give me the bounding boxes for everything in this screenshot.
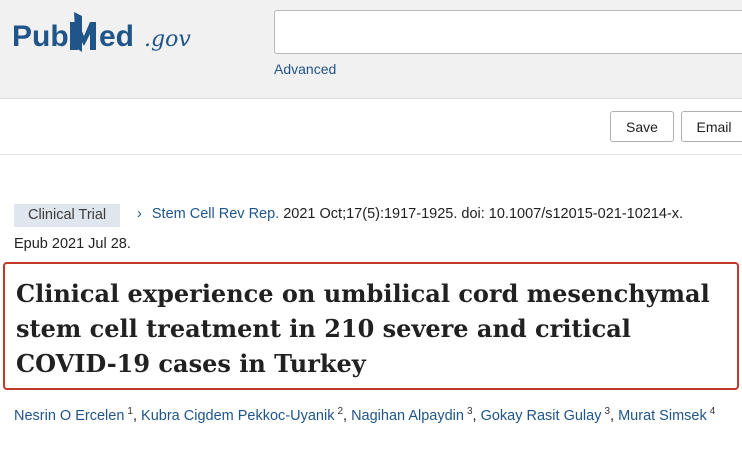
save-button[interactable]: Save [610,111,674,142]
author-link[interactable]: Nagihan Alpaydin [351,408,464,424]
author-link[interactable]: Gokay Rasit Gulay [481,408,602,424]
logo-gov-text: .gov [144,27,191,52]
search-input[interactable] [274,10,742,54]
site-header: Pub ed .gov Advanced [0,0,742,99]
email-button[interactable]: Email [681,111,742,142]
author-link[interactable]: Murat Simsek [618,408,707,424]
article-title: Clinical experience on umbilical cord me… [16,279,710,378]
authors-list: Nesrin O Ercelen 1, Kubra Cigdem Pekkoc-U… [14,406,716,424]
citation-line: › Stem Cell Rev Rep. 2021 Oct;17(5):1917… [137,206,683,222]
pubmed-logo[interactable]: Pub ed .gov [12,6,212,64]
advanced-search-link[interactable]: Advanced [274,61,336,77]
logo-pub-text: Pub [12,20,69,53]
publication-type-badge[interactable]: Clinical Trial [14,204,121,227]
epub-date: Epub 2021 Jul 28. [14,236,131,252]
logo-ed-text: ed [99,20,134,53]
title-highlight-box: Clinical experience on umbilical cord me… [3,262,739,390]
journal-link[interactable]: Stem Cell Rev Rep. [152,206,279,222]
action-bar: Save Email [0,99,742,155]
logo-m-icon [70,22,96,50]
chevron-right-icon[interactable]: › [137,206,142,222]
author-link[interactable]: Kubra Cigdem Pekkoc-Uyanik [141,408,334,424]
affiliation-number[interactable]: 4 [710,406,716,417]
author-link[interactable]: Nesrin O Ercelen [14,408,124,424]
citation-details: 2021 Oct;17(5):1917-1925. doi: 10.1007/s… [283,206,684,222]
article-details: Clinical Trial › Stem Cell Rev Rep. 2021… [0,155,742,458]
